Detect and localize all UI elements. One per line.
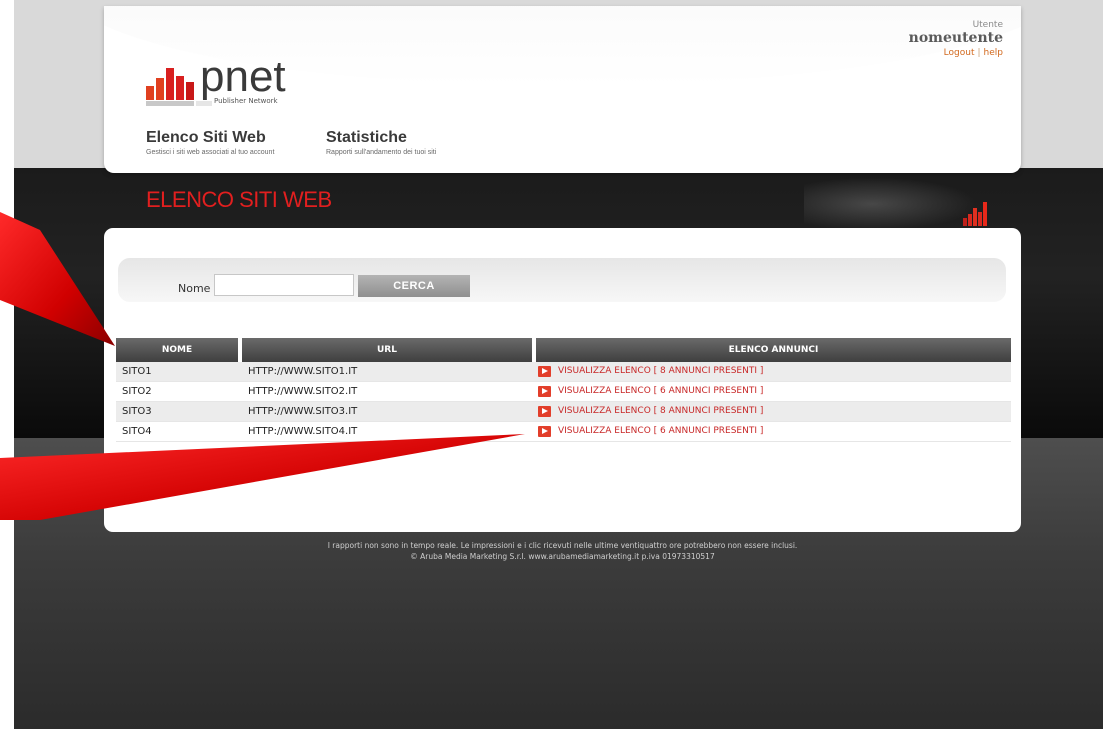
nav-statistiche[interactable]: Statistiche Rapporti sull'andamento dei …	[326, 129, 436, 156]
header-elenco-annunci[interactable]: ELENCO ANNUNCI	[536, 338, 1011, 362]
cell-url: HTTP://WWW.SITO1.IT	[248, 366, 358, 377]
header-url[interactable]: URL	[242, 338, 532, 362]
pnet-logo[interactable]: pnet Publisher Network	[146, 46, 326, 108]
logout-link[interactable]: Logout	[944, 48, 975, 58]
nav-statistiche-title[interactable]: Statistiche	[326, 129, 436, 147]
play-icon[interactable]	[538, 406, 551, 417]
sites-table: NOME URL ELENCO ANNUNCI SITO1 HTTP://WWW…	[116, 338, 1011, 442]
table-header: NOME URL ELENCO ANNUNCI	[116, 338, 1011, 362]
user-links-separator: |	[977, 48, 981, 58]
search-label: Nome	[178, 282, 211, 295]
user-links: Logout | help	[909, 48, 1003, 58]
footer-disclaimer: I rapporti non sono in tempo reale. Le i…	[327, 541, 798, 550]
page-title: ELENCO SITI WEB	[146, 187, 332, 212]
table-row: SITO4 HTTP://WWW.SITO4.IT VISUALIZZA ELE…	[116, 422, 1011, 442]
cell-url: HTTP://WWW.SITO4.IT	[248, 426, 358, 437]
play-icon[interactable]	[538, 426, 551, 437]
view-ads-link[interactable]: VISUALIZZA ELENCO [ 8 ANNUNCI PRESENTI ]	[558, 402, 1018, 421]
footer: I rapporti non sono in tempo reale. Le i…	[104, 540, 1021, 562]
logo-wordmark: pnet	[200, 52, 286, 101]
corner-bars-icon	[963, 202, 987, 226]
page: pnet Publisher Network Elenco Siti Web G…	[14, 0, 1103, 729]
user-label: Utente	[972, 20, 1003, 30]
cell-name: SITO2	[122, 386, 152, 397]
view-ads-link[interactable]: VISUALIZZA ELENCO [ 8 ANNUNCI PRESENTI ]	[558, 362, 1018, 381]
view-ads-link[interactable]: VISUALIZZA ELENCO [ 6 ANNUNCI PRESENTI ]	[558, 382, 1018, 401]
cell-name: SITO3	[122, 406, 152, 417]
view-ads-link[interactable]: VISUALIZZA ELENCO [ 6 ANNUNCI PRESENTI ]	[558, 422, 1018, 441]
username: nomeutente	[908, 30, 1003, 46]
help-link[interactable]: help	[984, 48, 1003, 58]
cell-url: HTTP://WWW.SITO3.IT	[248, 406, 358, 417]
table-row: SITO2 HTTP://WWW.SITO2.IT VISUALIZZA ELE…	[116, 382, 1011, 402]
table-row: SITO1 HTTP://WWW.SITO1.IT VISUALIZZA ELE…	[116, 362, 1011, 382]
search-bar: Nome CERCA	[118, 258, 1006, 302]
world-map-decoration	[804, 178, 974, 230]
nav-statistiche-subtitle: Rapporti sull'andamento dei tuoi siti	[326, 149, 437, 156]
logo-bars-icon: pnet Publisher Network	[146, 52, 286, 106]
nav-elenco-siti[interactable]: Elenco Siti Web Gestisci i siti web asso…	[146, 129, 274, 156]
play-icon[interactable]	[538, 386, 551, 397]
header: pnet Publisher Network Elenco Siti Web G…	[104, 6, 1021, 173]
main-card: Nome CERCA NOME URL ELENCO ANNUNCI SITO1…	[104, 228, 1021, 532]
logo-subtitle: Publisher Network	[214, 97, 279, 105]
table-row: SITO3 HTTP://WWW.SITO3.IT VISUALIZZA ELE…	[116, 402, 1011, 422]
cell-name: SITO1	[122, 366, 152, 377]
user-box: Utente nomeutente Logout | help	[909, 20, 1003, 58]
cell-name: SITO4	[122, 426, 152, 437]
search-name-input[interactable]	[214, 274, 354, 296]
header-nome[interactable]: NOME	[116, 338, 238, 362]
cell-url: HTTP://WWW.SITO2.IT	[248, 386, 358, 397]
footer-copyright: © Aruba Media Marketing S.r.l. www.aruba…	[410, 552, 715, 561]
nav-elenco-siti-subtitle: Gestisci i siti web associati al tuo acc…	[146, 149, 275, 156]
play-icon[interactable]	[538, 366, 551, 377]
search-button[interactable]: CERCA	[358, 275, 470, 297]
nav-elenco-siti-title[interactable]: Elenco Siti Web	[146, 129, 274, 147]
